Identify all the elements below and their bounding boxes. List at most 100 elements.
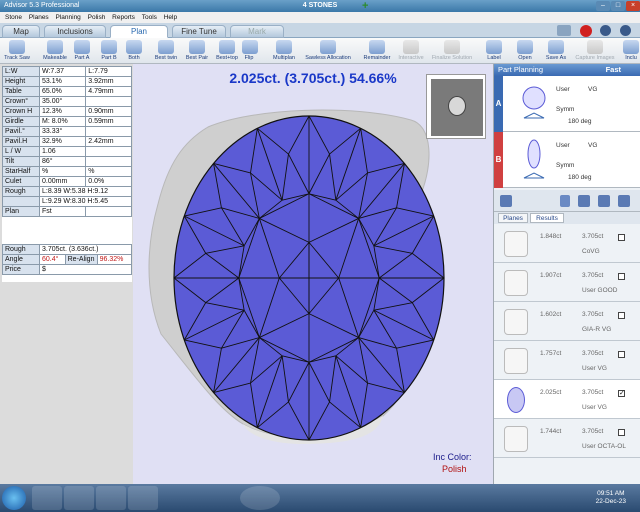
tab-plan[interactable]: Plan — [110, 25, 168, 38]
result-checkbox[interactable] — [618, 312, 625, 319]
param-value[interactable]: L:9.29 W:8.30 H:5.45 — [39, 196, 132, 207]
planning-mode[interactable]: Fast — [606, 64, 621, 76]
result-item[interactable]: 1.602ct 3.705ct GIA-R VG — [494, 302, 640, 341]
param-percent[interactable]: W:7.37 — [38, 66, 87, 77]
param-percent[interactable]: % — [38, 166, 87, 177]
part-a-card[interactable]: A User VG Symm 180 deg — [494, 76, 640, 132]
stop-icon[interactable] — [580, 25, 592, 37]
open-button[interactable]: Open — [514, 40, 536, 64]
label-button[interactable]: Label — [484, 40, 504, 64]
result-checkbox[interactable] — [618, 351, 625, 358]
param-mm: 4.79mm — [85, 86, 132, 97]
taskbar-app-3[interactable] — [96, 486, 126, 510]
info-icon[interactable] — [600, 25, 611, 36]
price-value[interactable]: $ — [39, 264, 132, 275]
menu-stone[interactable]: Stone — [5, 14, 22, 21]
help-icon[interactable] — [620, 25, 631, 36]
inclusions-button[interactable]: Inclu — [622, 40, 640, 64]
split-icon[interactable] — [618, 195, 630, 207]
param-value[interactable]: L:8.39 W:5.38 H:9.12 — [39, 186, 132, 197]
param-percent[interactable]: 33.33° — [38, 126, 87, 137]
param-percent[interactable]: 35.00° — [38, 96, 87, 107]
sawless-allocation-button[interactable]: Sawless Allocation — [300, 40, 356, 64]
best-top-button[interactable]: Best+top — [212, 40, 242, 64]
preview-image — [431, 79, 483, 136]
remainder-button[interactable]: Remainder — [360, 40, 394, 64]
param-percent[interactable]: M: 8.0% — [38, 116, 87, 127]
part-b-button[interactable]: Part B — [98, 40, 120, 64]
multiplan-button[interactable]: Multiplan — [268, 40, 300, 64]
close-button[interactable]: × — [626, 1, 640, 11]
part-a-button[interactable]: Part A — [72, 40, 92, 64]
swap-icon[interactable] — [557, 25, 571, 36]
arrange-icon[interactable] — [598, 195, 610, 207]
chrome-icon[interactable] — [128, 486, 158, 510]
result-item[interactable]: 2.025ct 3.705ct User VG ✓ — [494, 380, 640, 419]
param-label: Plan — [2, 206, 40, 217]
flip-button[interactable]: Flip — [242, 40, 258, 64]
param-percent[interactable]: 53.1% — [38, 76, 87, 87]
part-b-card[interactable]: B User VG Symm 180 deg — [494, 132, 640, 188]
menu-polish[interactable]: Polish — [88, 14, 106, 21]
sort-icon[interactable] — [500, 195, 512, 207]
result-item[interactable]: 1.757ct 3.705ct User VG — [494, 341, 640, 380]
track-saw-button[interactable]: Track Saw — [1, 40, 33, 64]
tab-mark[interactable]: Mark — [230, 25, 284, 38]
taskbar-app-1[interactable] — [32, 486, 62, 510]
capture-images-button[interactable]: Capture Images — [570, 40, 620, 64]
result-item[interactable]: 1.848ct 3.705ct CoVG — [494, 224, 640, 263]
result-checkbox[interactable] — [618, 429, 625, 436]
param-percent[interactable]: 86° — [38, 156, 87, 167]
param-percent[interactable]: 1.06 — [38, 146, 87, 157]
tab-planes[interactable]: Planes — [498, 213, 528, 223]
interactive-button[interactable]: Interactive — [396, 40, 426, 64]
param-row: Height 53.1% 3.92mm — [2, 76, 132, 87]
param-percent[interactable]: 0.00mm — [38, 176, 87, 187]
tab-results[interactable]: Results — [530, 213, 564, 223]
menu-planes[interactable]: Planes — [29, 14, 49, 21]
save-as-button[interactable]: Save As — [542, 40, 570, 64]
best-twin-button[interactable]: Best twin — [151, 40, 181, 64]
result-checkbox[interactable] — [618, 273, 625, 280]
finalize-solution-button[interactable]: Finalize Solution — [426, 40, 478, 64]
move-icon[interactable] — [578, 195, 590, 207]
rough-preview[interactable] — [426, 74, 486, 139]
menu-tools[interactable]: Tools — [142, 14, 157, 21]
param-percent[interactable]: 12.3% — [38, 106, 87, 117]
minimize-button[interactable]: – — [596, 1, 610, 11]
makeable-button[interactable]: Makeable — [40, 40, 70, 64]
tab-map[interactable]: Map — [2, 25, 40, 38]
menu-reports[interactable]: Reports — [112, 14, 135, 21]
add-stone-icon[interactable]: + — [362, 1, 372, 12]
part-b-tab[interactable]: B — [494, 132, 503, 188]
both-button[interactable]: Both — [124, 40, 144, 64]
param-mm: 0.90mm — [85, 106, 132, 117]
tab-inclusions[interactable]: Inclusions — [44, 25, 106, 38]
realign-label[interactable]: Re-Align — [64, 254, 98, 265]
result-checkbox[interactable] — [618, 234, 625, 241]
start-button[interactable] — [2, 486, 26, 510]
param-label: StarHalf — [2, 166, 40, 177]
menu-help[interactable]: Help — [164, 14, 177, 21]
param-percent[interactable]: Fst — [38, 206, 87, 217]
param-label: Table — [2, 86, 40, 97]
chevron-down-icon[interactable] — [560, 195, 570, 207]
taskbar-app-2[interactable] — [64, 486, 94, 510]
navigation-ring-icon[interactable] — [240, 486, 280, 510]
result-item[interactable]: 1.744ct 3.705ct User OCTA-OL — [494, 419, 640, 458]
maximize-button[interactable]: □ — [611, 1, 625, 11]
viewport[interactable]: 2.025ct. (3.705ct.) 54.66% Inc Color: Po… — [133, 64, 493, 484]
best-pair-icon — [189, 40, 205, 54]
param-percent[interactable]: 32.9% — [38, 136, 87, 147]
param-percent[interactable]: 65.0% — [38, 86, 87, 97]
result-item[interactable]: 1.907ct 3.705ct User GOOD — [494, 263, 640, 302]
result-checkbox[interactable]: ✓ — [618, 390, 625, 397]
part-a-tab[interactable]: A — [494, 76, 503, 132]
tab-fine-tune[interactable]: Fine Tune — [172, 25, 226, 38]
menu-planning[interactable]: Planning — [56, 14, 81, 21]
best-twin-icon — [158, 40, 174, 54]
param-row: Crown H 12.3% 0.90mm — [2, 106, 132, 117]
result-carat: 2.025ct — [540, 389, 562, 396]
inc-color-value[interactable]: Polish — [442, 464, 493, 474]
best-pair-button[interactable]: Best Pair — [182, 40, 212, 64]
